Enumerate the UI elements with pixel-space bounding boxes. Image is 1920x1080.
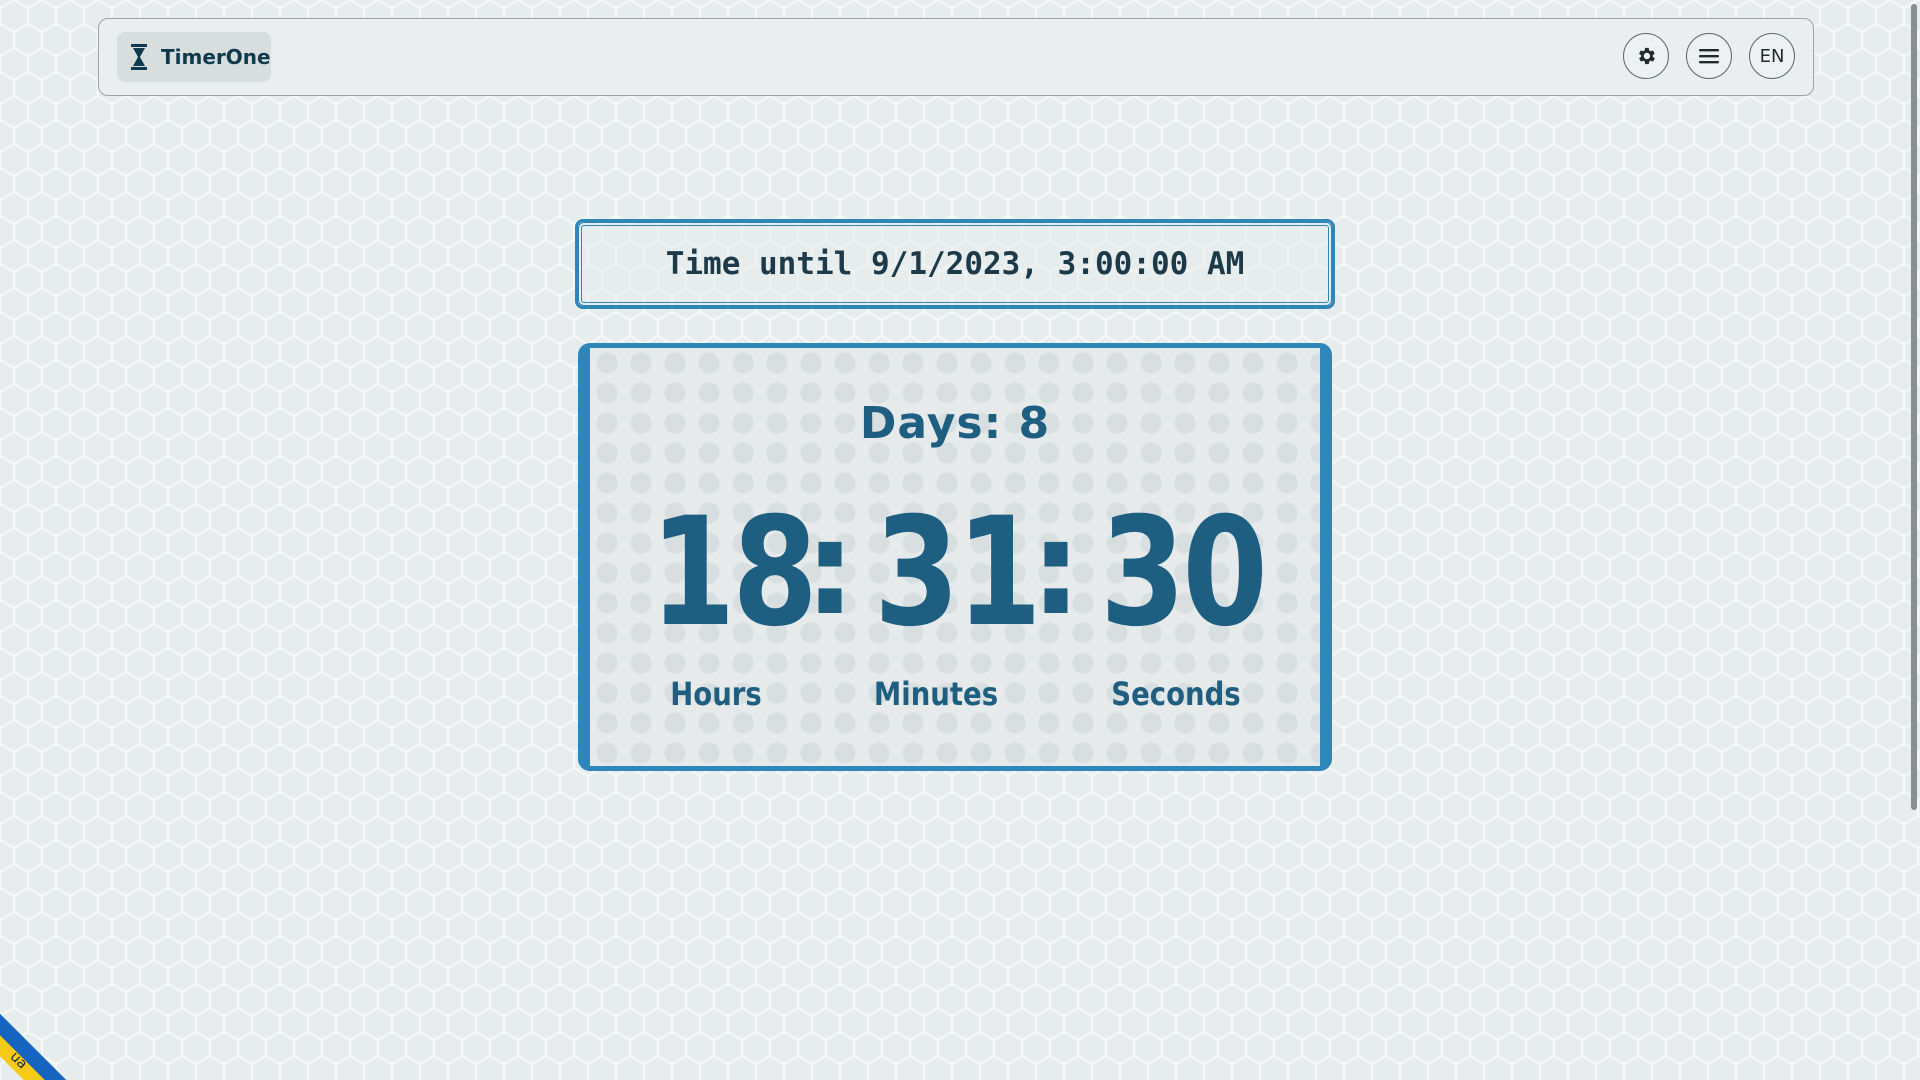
- scrollbar-thumb[interactable]: [1911, 4, 1917, 810]
- hours-value: 18: [650, 486, 818, 660]
- vertical-scrollbar[interactable]: [1908, 0, 1920, 1080]
- seconds-value: 30: [1100, 486, 1268, 660]
- separator-colon: :: [1030, 492, 1082, 644]
- minutes-value: 31: [874, 486, 1042, 660]
- ribbon-label: ua: [6, 1048, 31, 1073]
- ua-ribbon[interactable]: ua: [0, 996, 83, 1080]
- hourglass-icon: [131, 44, 147, 70]
- target-date-text: Time until 9/1/2023, 3:00:00 AM: [665, 246, 1245, 282]
- brand-logo-link[interactable]: TimerOne: [117, 32, 271, 82]
- countdown-card: Days: 8 18 : 31 : 30 Hours Minutes Secon…: [578, 343, 1332, 771]
- hamburger-menu-icon: [1699, 49, 1719, 64]
- separator-colon: :: [804, 492, 856, 644]
- countdown-clock: 18 : 31 : 30: [590, 498, 1320, 648]
- hours-label: Hours: [670, 675, 762, 713]
- gear-icon: [1639, 47, 1655, 65]
- minutes-label: Minutes: [873, 675, 999, 713]
- menu-button[interactable]: [1686, 33, 1732, 79]
- settings-button[interactable]: [1623, 33, 1669, 79]
- days-remaining: Days: 8: [859, 398, 1051, 449]
- top-bar: TimerOne EN: [98, 18, 1814, 96]
- brand-name: TimerOne: [161, 45, 271, 69]
- language-button[interactable]: EN: [1749, 33, 1795, 79]
- target-date-caption: Time until 9/1/2023, 3:00:00 AM: [575, 219, 1335, 309]
- seconds-label: Seconds: [1111, 675, 1241, 713]
